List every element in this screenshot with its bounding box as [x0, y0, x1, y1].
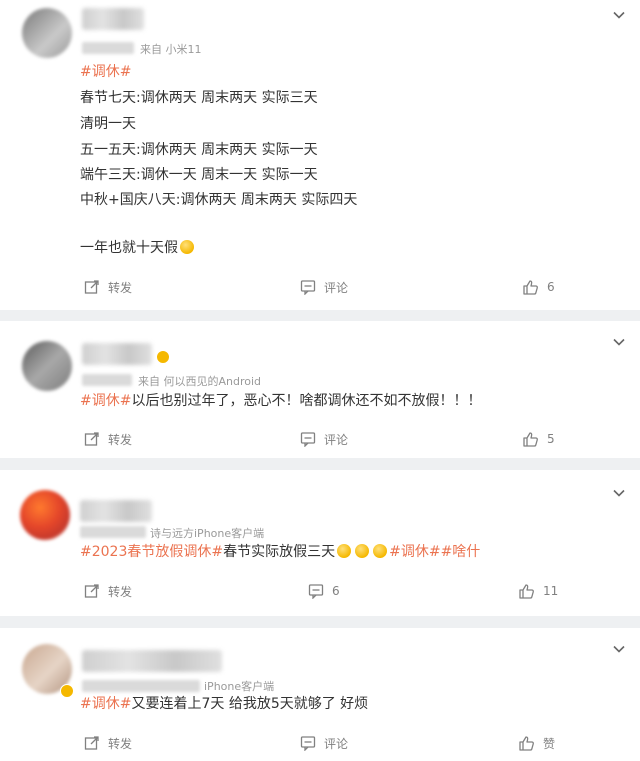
repost-icon: [84, 736, 99, 750]
comment-icon: [300, 280, 316, 295]
comment-line: 春节七天:调休两天 周末两天 实际三天: [80, 90, 318, 106]
hashtag-link[interactable]: #调休#: [80, 393, 131, 409]
comment-icon: [300, 432, 316, 447]
repost-button[interactable]: 转发: [84, 276, 132, 298]
comment-card-4: iPhone客户端 #调休#又要连着上7天 给我放5天就够了 好烦 转发 评论 …: [0, 628, 640, 761]
laughing-emoji-icon: [355, 544, 370, 558]
thumbs-up-icon: [523, 279, 538, 295]
comment-text: #调休#以后也别过年了，恶心不！啥都调休还不如不放假！！！: [80, 391, 481, 411]
comment-label: 评论: [324, 736, 349, 751]
verified-badge-icon: [60, 684, 74, 698]
comment-text: #2023春节放假调休#春节实际放假三天 #调休##啥什: [80, 542, 480, 562]
post-source: 来自 何以西见的Android: [138, 375, 262, 388]
comment-line: 清明一天: [80, 116, 136, 132]
comment-button[interactable]: 评论: [300, 732, 348, 754]
repost-label: 转发: [108, 432, 133, 447]
repost-button[interactable]: 转发: [84, 732, 132, 754]
hashtag-link[interactable]: #啥什: [441, 544, 481, 560]
post-source: 诗与远方iPhone客户端: [150, 527, 265, 540]
comment-card-1: 来自 小米11 #调休# 春节七天:调休两天 周末两天 实际三天 清明一天 五一…: [0, 0, 640, 310]
post-source: 来自 小米11: [140, 43, 202, 56]
comment-line-text: 一年也就十天假: [80, 240, 178, 256]
comment-count: 6: [332, 584, 340, 598]
thumbs-up-icon: [519, 583, 534, 599]
thumbs-up-icon: [523, 431, 538, 447]
comment-body: 以后也别过年了，恶心不！啥都调休还不如不放假！！！: [131, 393, 482, 409]
repost-label: 转发: [108, 736, 133, 751]
verified-badge-icon: [156, 350, 170, 364]
hashtag-link[interactable]: #调休#: [80, 696, 131, 712]
comment-line: 中秋+国庆八天:调休两天 周末两天 实际四天: [80, 192, 358, 208]
time-blurred: [80, 526, 146, 538]
time-blurred: [82, 680, 200, 692]
repost-icon: [84, 432, 99, 446]
comment-card-2: 来自 何以西见的Android #调休#以后也别过年了，恶心不！啥都调休还不如不…: [0, 321, 640, 458]
avatar[interactable]: [22, 8, 72, 58]
repost-icon: [84, 280, 99, 294]
comment-body: 春节实际放假三天: [223, 544, 336, 560]
laughing-emoji-icon: [337, 544, 352, 558]
like-count: 11: [543, 584, 559, 598]
hashtag-link[interactable]: #调休#: [389, 544, 440, 560]
repost-label: 转发: [108, 584, 133, 599]
hashtag-link[interactable]: #调休#: [80, 62, 131, 82]
time-blurred: [82, 42, 134, 54]
comment-label: 评论: [324, 280, 349, 295]
avatar[interactable]: [20, 490, 70, 540]
comment-button[interactable]: 6: [308, 580, 340, 602]
username-blurred[interactable]: [82, 8, 144, 30]
username-blurred[interactable]: [80, 500, 152, 522]
like-button[interactable]: 6: [522, 276, 555, 298]
thumbs-up-icon: [519, 735, 534, 751]
crying-emoji-icon: [180, 240, 194, 254]
repost-label: 转发: [108, 280, 133, 295]
comment-button[interactable]: 评论: [300, 428, 348, 450]
laughing-emoji-icon: [373, 544, 388, 558]
hashtag-link[interactable]: #2023春节放假调休#: [80, 544, 223, 560]
time-blurred: [82, 374, 132, 386]
comment-body: 又要连着上7天 给我放5天就够了 好烦: [131, 696, 369, 712]
username-blurred[interactable]: [82, 343, 152, 365]
like-button[interactable]: 赞: [518, 732, 555, 754]
chevron-down-icon[interactable]: [612, 335, 626, 349]
like-count: 6: [547, 280, 555, 294]
like-count: 5: [547, 432, 555, 446]
chevron-down-icon[interactable]: [612, 486, 626, 500]
comment-icon: [308, 584, 324, 599]
comment-text: #调休#又要连着上7天 给我放5天就够了 好烦: [80, 694, 368, 714]
comment-label: 评论: [324, 432, 349, 447]
comment-line: 一年也就十天假: [80, 238, 196, 258]
like-button[interactable]: 5: [522, 428, 555, 450]
avatar[interactable]: [22, 341, 72, 391]
post-source: iPhone客户端: [204, 680, 275, 693]
comment-icon: [300, 736, 316, 751]
comment-card-3: 诗与远方iPhone客户端 #2023春节放假调休#春节实际放假三天 #调休##啥…: [0, 470, 640, 616]
comment-line: 端午三天:调休一天 周末一天 实际一天: [80, 167, 318, 183]
like-label: 赞: [543, 736, 556, 751]
repost-button[interactable]: 转发: [84, 580, 132, 602]
repost-button[interactable]: 转发: [84, 428, 132, 450]
repost-icon: [84, 584, 99, 598]
comment-line: 五一五天:调休两天 周末两天 实际一天: [80, 142, 318, 158]
username-blurred[interactable]: [82, 650, 222, 672]
like-button[interactable]: 11: [518, 580, 558, 602]
comment-button[interactable]: 评论: [300, 276, 348, 298]
chevron-down-icon[interactable]: [612, 8, 626, 22]
chevron-down-icon[interactable]: [612, 642, 626, 656]
